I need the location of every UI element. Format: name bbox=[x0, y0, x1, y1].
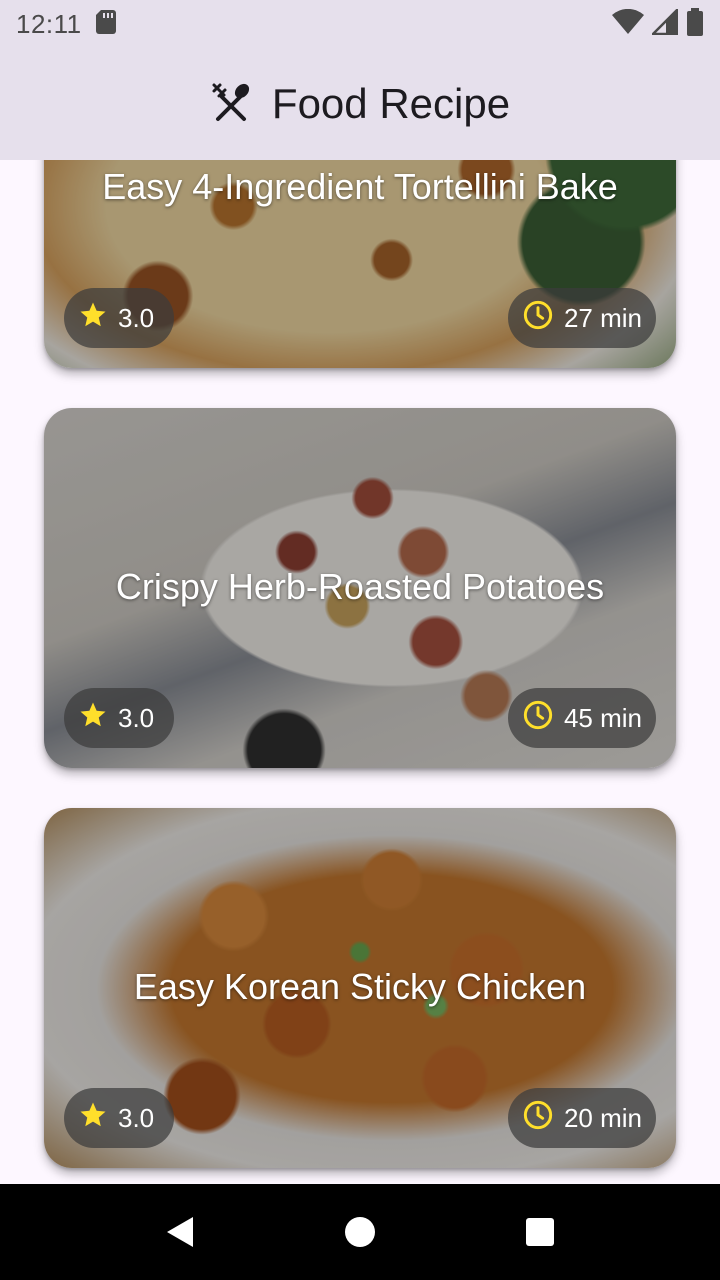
clock-icon bbox=[522, 299, 554, 338]
app-bar: Food Recipe bbox=[0, 48, 720, 160]
cook-time: 45 min bbox=[563, 702, 642, 733]
time-chip: 45 min bbox=[507, 688, 656, 748]
recipe-card[interactable]: Easy 4-Ingredient Tortellini Bake 3.0 27… bbox=[44, 160, 676, 368]
star-icon bbox=[78, 700, 108, 737]
wifi-icon bbox=[612, 8, 644, 40]
recipe-card[interactable]: Easy Korean Sticky Chicken 3.0 20 min bbox=[44, 808, 676, 1168]
rating-value: 3.0 bbox=[118, 1102, 155, 1133]
recipe-title: Easy Korean Sticky Chicken bbox=[133, 966, 587, 1007]
rating-chip: 3.0 bbox=[64, 1088, 174, 1148]
system-nav-bar bbox=[0, 1184, 720, 1280]
clock-icon bbox=[522, 1099, 554, 1138]
rating-chip: 3.0 bbox=[64, 288, 174, 348]
status-time: 12:11 bbox=[16, 8, 82, 39]
star-icon bbox=[78, 300, 108, 337]
status-right bbox=[612, 6, 704, 41]
app-title: Food Recipe bbox=[271, 80, 511, 127]
sd-card-icon bbox=[95, 9, 118, 40]
status-left: 12:11 bbox=[16, 9, 118, 40]
battery-icon bbox=[686, 7, 704, 41]
clock-icon bbox=[522, 699, 554, 738]
rating-value: 3.0 bbox=[118, 302, 155, 333]
recents-icon[interactable] bbox=[516, 1208, 564, 1256]
recipe-list[interactable]: Easy 4-Ingredient Tortellini Bake 3.0 27… bbox=[0, 160, 720, 1184]
rating-chip: 3.0 bbox=[64, 688, 174, 748]
home-icon[interactable] bbox=[336, 1208, 384, 1256]
cook-time: 27 min bbox=[563, 302, 642, 333]
recipe-card[interactable]: Crispy Herb-Roasted Potatoes 3.0 45 min bbox=[44, 408, 676, 768]
rating-value: 3.0 bbox=[118, 702, 155, 733]
time-chip: 20 min bbox=[507, 1088, 656, 1148]
cell-signal-icon bbox=[649, 6, 679, 40]
utensils-crossed-icon bbox=[210, 81, 252, 128]
recipe-title: Crispy Herb-Roasted Potatoes bbox=[115, 566, 605, 607]
cook-time: 20 min bbox=[563, 1102, 642, 1133]
time-chip: 27 min bbox=[507, 288, 656, 348]
recipe-title: Easy 4-Ingredient Tortellini Bake bbox=[102, 166, 618, 207]
back-icon[interactable] bbox=[156, 1208, 204, 1256]
status-bar: 12:11 bbox=[0, 0, 720, 48]
star-icon bbox=[78, 1100, 108, 1137]
